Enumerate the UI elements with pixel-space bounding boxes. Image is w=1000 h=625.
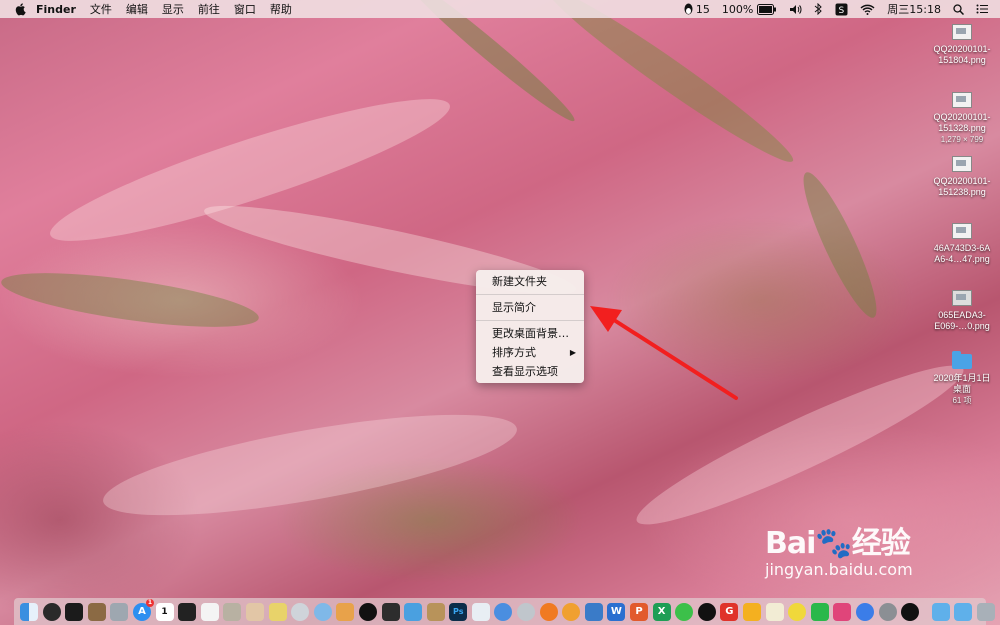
calendar-icon[interactable]: 1 bbox=[155, 602, 174, 621]
paw-icon: 🐾 bbox=[815, 526, 852, 561]
archive-icon[interactable] bbox=[426, 602, 445, 621]
preview-icon[interactable] bbox=[110, 602, 129, 621]
qq-penguin-dock-icon[interactable] bbox=[901, 602, 920, 621]
app-store-badge: 1 bbox=[145, 598, 154, 607]
terminal-icon[interactable] bbox=[65, 602, 84, 621]
rocket-icon[interactable] bbox=[517, 602, 536, 621]
watermark-brand: Bai🐾经验 bbox=[765, 526, 911, 561]
bird-app-icon[interactable] bbox=[404, 602, 423, 621]
activity-monitor-icon[interactable] bbox=[178, 602, 197, 621]
watermark-url: jingyan.baidu.com bbox=[765, 560, 913, 579]
popcorn-icon[interactable] bbox=[336, 602, 355, 621]
paper-icon[interactable] bbox=[765, 602, 784, 621]
wechat-icon[interactable] bbox=[675, 602, 694, 621]
notes-brown-icon[interactable] bbox=[87, 602, 106, 621]
bubble-app-icon[interactable] bbox=[313, 602, 332, 621]
finder-icon[interactable] bbox=[20, 602, 38, 621]
launchpad-icon[interactable] bbox=[42, 602, 61, 621]
printer-icon[interactable] bbox=[471, 602, 490, 621]
notes-icon[interactable] bbox=[268, 602, 287, 621]
final-cut-icon[interactable] bbox=[381, 602, 400, 621]
chrome-g-icon[interactable] bbox=[562, 602, 581, 621]
system-preferences-icon[interactable] bbox=[878, 602, 897, 621]
excel-icon[interactable]: X bbox=[652, 602, 671, 621]
baidu-watermark: Bai🐾经验 jingyan.baidu.com bbox=[765, 518, 913, 579]
pink-app-icon[interactable] bbox=[833, 602, 852, 621]
wps-presentation-icon[interactable]: P bbox=[630, 602, 649, 621]
disk-utility-icon[interactable] bbox=[291, 602, 310, 621]
photoshop-icon[interactable]: Ps bbox=[449, 602, 468, 621]
documents-folder-icon[interactable] bbox=[954, 602, 973, 621]
firefox-icon[interactable] bbox=[539, 602, 558, 621]
media-player-icon[interactable] bbox=[358, 602, 377, 621]
baidu-netdisk-icon[interactable] bbox=[855, 602, 874, 621]
iqiyi-icon[interactable] bbox=[810, 602, 829, 621]
analytics-icon[interactable] bbox=[743, 602, 761, 621]
qq-icon[interactable] bbox=[697, 602, 716, 621]
google-g-icon[interactable]: G bbox=[720, 602, 739, 621]
xcode-icon[interactable] bbox=[494, 602, 513, 621]
stickies-icon[interactable] bbox=[245, 602, 264, 621]
text-edit-icon[interactable] bbox=[200, 602, 219, 621]
downloads-folder-icon[interactable] bbox=[931, 602, 950, 621]
remote-desktop-icon[interactable] bbox=[584, 602, 603, 621]
lemon-icon[interactable] bbox=[788, 602, 807, 621]
script-editor-icon[interactable] bbox=[223, 602, 242, 621]
dock: A1 1 Ps W P X G bbox=[14, 598, 1000, 625]
disk-icon[interactable] bbox=[976, 602, 995, 621]
wps-icon[interactable]: W bbox=[607, 602, 626, 621]
app-store-icon[interactable]: A1 bbox=[132, 598, 154, 621]
